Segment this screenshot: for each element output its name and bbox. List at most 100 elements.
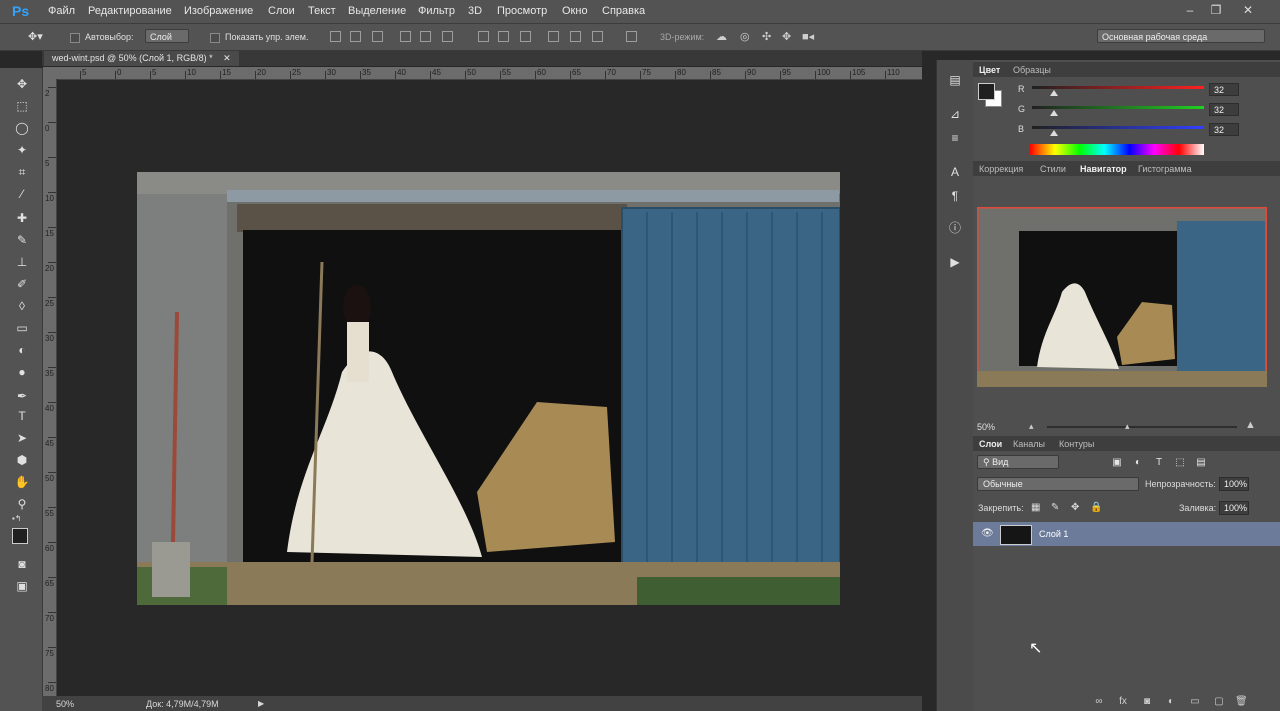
restore-button[interactable]: ❐ <box>1206 3 1226 18</box>
dodge-tool-icon[interactable]: ● <box>14 364 30 380</box>
history-brush-tool-icon[interactable]: ✐ <box>14 276 30 292</box>
timeline-panel-icon[interactable]: ▶ <box>947 254 963 270</box>
lock-all-icon[interactable]: 🔒 <box>1090 502 1102 513</box>
b-slider-thumb[interactable] <box>1049 130 1058 136</box>
eyedropper-tool-icon[interactable]: ⁄ <box>14 186 30 202</box>
layer-row[interactable]: 👁 Слой 1 <box>973 522 1280 546</box>
healing-brush-tool-icon[interactable]: ✚ <box>14 210 30 226</box>
delete-layer-icon[interactable]: 🗑 <box>1235 696 1248 708</box>
link-layers-icon[interactable]: ∞ <box>1093 696 1105 708</box>
tab-histogram[interactable]: Гистограмма <box>1138 164 1192 174</box>
align-bottom-icon[interactable] <box>372 31 383 42</box>
tab-adjustments[interactable]: Коррекция <box>979 164 1023 174</box>
g-slider[interactable] <box>1032 106 1204 109</box>
3d-orbit-icon[interactable]: ☁ <box>716 30 727 43</box>
filter-pixel-icon[interactable]: ▣ <box>1111 457 1123 469</box>
tab-channels[interactable]: Каналы <box>1013 439 1045 449</box>
tab-navigator[interactable]: Навигатор <box>1080 164 1127 174</box>
close-tab-icon[interactable]: ✕ <box>223 53 231 63</box>
layer-filter-dropdown[interactable]: ⚲ Вид <box>977 455 1059 469</box>
document-tab[interactable]: wed-wint.psd @ 50% (Слой 1, RGB/8) * ✕ <box>44 51 239 66</box>
distribute-bottom-icon[interactable] <box>520 31 531 42</box>
lock-pixels-icon[interactable]: ✎ <box>1051 502 1059 513</box>
menu-text[interactable]: Текст <box>308 5 336 17</box>
marquee-tool-icon[interactable]: ⬚ <box>14 98 30 114</box>
pen-tool-icon[interactable]: ✒ <box>14 388 30 404</box>
paragraph-panel-icon[interactable]: ¶ <box>947 188 963 204</box>
distribute-top-icon[interactable] <box>478 31 489 42</box>
character-panel-icon[interactable]: A <box>947 164 963 180</box>
type-tool-icon[interactable]: T <box>14 408 30 424</box>
menu-image[interactable]: Изображение <box>184 5 253 17</box>
menu-filter[interactable]: Фильтр <box>418 5 455 17</box>
r-value[interactable]: 32 <box>1209 83 1239 96</box>
menu-view[interactable]: Просмотр <box>497 5 547 17</box>
b-slider[interactable] <box>1032 126 1204 129</box>
menu-window[interactable]: Окно <box>562 5 588 17</box>
menu-3d[interactable]: 3D <box>468 5 482 17</box>
info-panel-icon[interactable]: ⓘ <box>947 220 963 236</box>
autoselect-checkbox[interactable] <box>70 33 80 43</box>
minimize-button[interactable]: – <box>1180 3 1200 18</box>
distribute-vcenter-icon[interactable] <box>498 31 509 42</box>
g-value[interactable]: 32 <box>1209 103 1239 116</box>
menu-edit[interactable]: Редактирование <box>88 5 172 17</box>
navigator-preview[interactable] <box>977 207 1267 387</box>
3d-scale-icon[interactable]: ■◂ <box>802 30 814 43</box>
quick-select-tool-icon[interactable]: ✦ <box>14 142 30 158</box>
auto-align-icon[interactable] <box>626 31 637 42</box>
eraser-tool-icon[interactable]: ◊ <box>14 298 30 314</box>
align-vcenter-icon[interactable] <box>350 31 361 42</box>
tab-layers[interactable]: Слои <box>979 439 1002 449</box>
show-transform-checkbox[interactable] <box>210 33 220 43</box>
fill-input[interactable]: 100% <box>1219 501 1249 515</box>
brush-tool-icon[interactable]: ✎ <box>14 232 30 248</box>
path-select-tool-icon[interactable]: ➤ <box>14 430 30 446</box>
quick-mask-icon[interactable]: ◙ <box>14 556 30 572</box>
zoom-tool-icon[interactable]: ⚲ <box>14 496 30 512</box>
blur-tool-icon[interactable]: ◐ <box>14 342 30 358</box>
filter-smart-object-icon[interactable]: ▤ <box>1195 457 1207 469</box>
g-slider-thumb[interactable] <box>1049 110 1058 116</box>
opacity-input[interactable]: 100% <box>1219 477 1249 491</box>
menu-select[interactable]: Выделение <box>348 5 406 17</box>
blend-mode-dropdown[interactable]: Обычные <box>977 477 1139 491</box>
tab-paths[interactable]: Контуры <box>1059 439 1094 449</box>
filter-type-icon[interactable]: T <box>1153 457 1165 469</box>
align-top-icon[interactable] <box>330 31 341 42</box>
status-zoom[interactable]: 50% <box>56 699 74 709</box>
properties-panel-icon[interactable]: ≡ <box>947 130 963 146</box>
new-group-icon[interactable]: ▭ <box>1189 696 1201 708</box>
distribute-right-icon[interactable] <box>592 31 603 42</box>
workspace-dropdown[interactable]: Основная рабочая среда <box>1097 29 1265 43</box>
new-layer-icon[interactable]: ▢ <box>1213 696 1225 708</box>
canvas-area[interactable] <box>57 80 923 695</box>
3d-roll-icon[interactable]: ◎ <box>740 30 750 43</box>
gradient-tool-icon[interactable]: ▭ <box>14 320 30 336</box>
3d-pan-icon[interactable]: ✣ <box>762 30 771 43</box>
r-slider[interactable] <box>1032 86 1204 89</box>
menu-help[interactable]: Справка <box>602 5 645 17</box>
status-menu-arrow-icon[interactable]: ▶ <box>258 699 264 708</box>
screen-mode-icon[interactable]: ▣ <box>14 578 30 594</box>
filter-shape-icon[interactable]: ⬚ <box>1174 457 1186 469</box>
tab-styles[interactable]: Стили <box>1040 164 1066 174</box>
3d-slide-icon[interactable]: ✥ <box>782 30 791 43</box>
distribute-hcenter-icon[interactable] <box>570 31 581 42</box>
navigator-zoom-value[interactable]: 50% <box>977 422 995 432</box>
menu-file[interactable]: Файл <box>48 5 75 17</box>
layer-visibility-eye-icon[interactable]: 👁 <box>981 528 994 539</box>
lock-transparency-icon[interactable]: ▦ <box>1031 502 1040 513</box>
color-fg-swatch[interactable] <box>978 83 995 100</box>
zoom-out-icon[interactable]: ▴ <box>1029 421 1034 432</box>
filter-adjustment-icon[interactable]: ◐ <box>1132 457 1144 469</box>
color-spectrum-bar[interactable] <box>1030 144 1204 155</box>
b-value[interactable]: 32 <box>1209 123 1239 136</box>
foreground-color-swatch[interactable] <box>12 528 28 544</box>
align-right-icon[interactable] <box>442 31 453 42</box>
add-mask-icon[interactable]: ◙ <box>1141 696 1153 708</box>
move-tool-icon[interactable]: ✥ <box>14 76 30 92</box>
navigator-zoom-slider[interactable] <box>1047 426 1237 428</box>
navigator-zoom-thumb[interactable]: ▴ <box>1125 421 1130 432</box>
zoom-in-icon[interactable]: ▲ <box>1245 419 1256 431</box>
